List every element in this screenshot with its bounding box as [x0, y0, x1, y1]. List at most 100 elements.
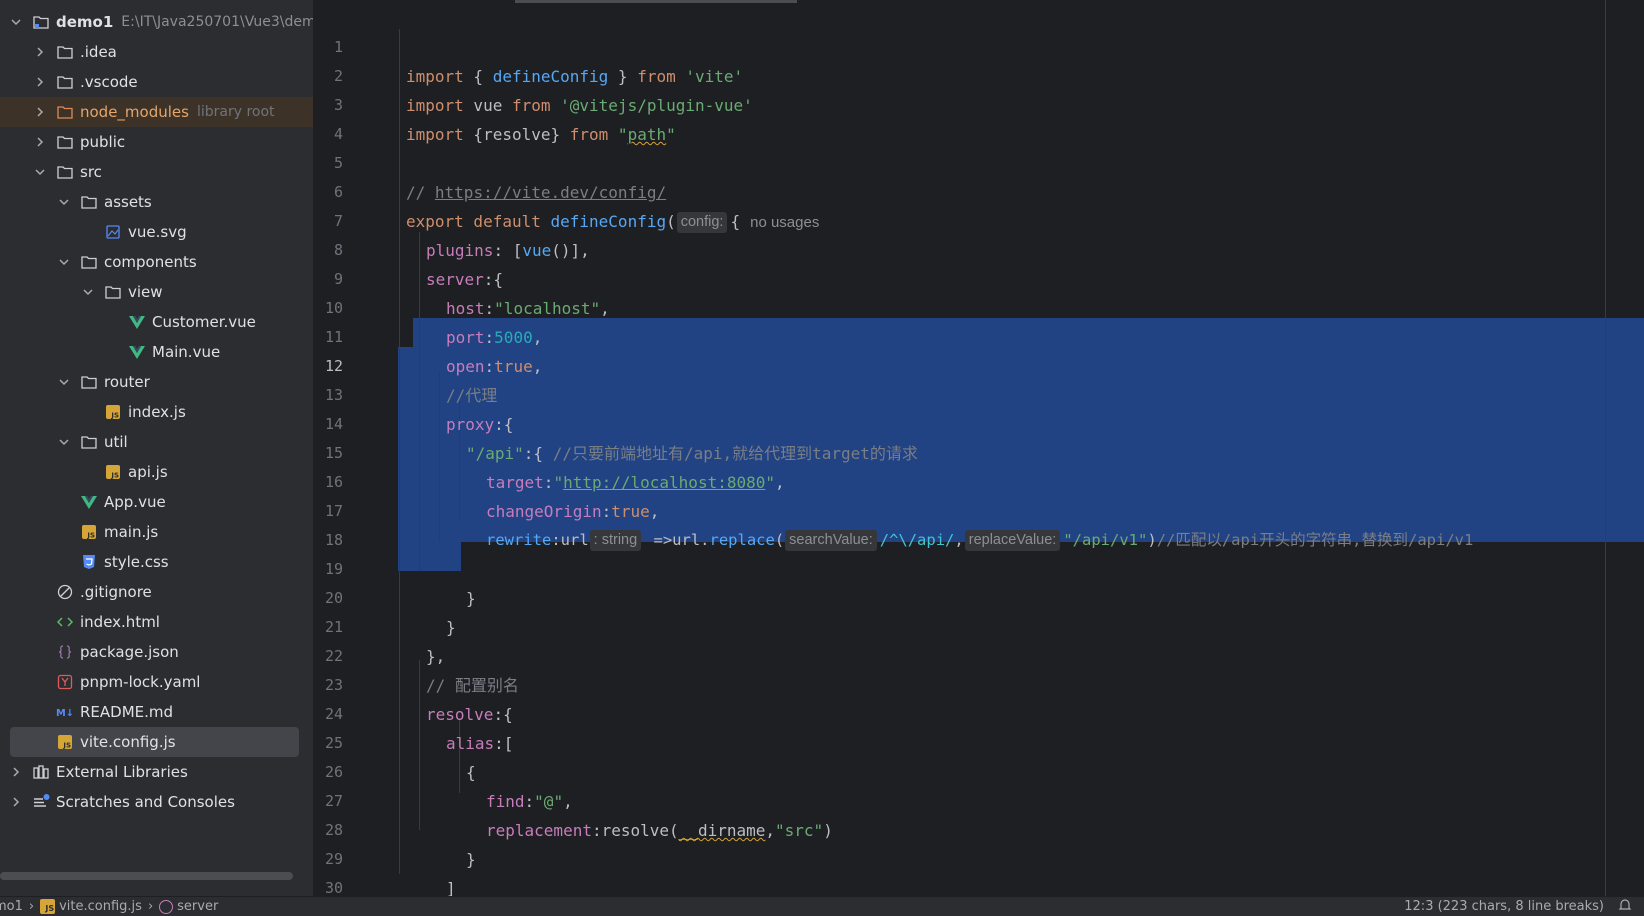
tree-item[interactable]: M↓ README.md: [0, 697, 313, 727]
css-file-icon: [80, 553, 98, 571]
code-line[interactable]: 6 export default defineConfig(config:{no…: [313, 149, 1644, 233]
image-file-icon: [104, 223, 122, 241]
code-line[interactable]: 11 open:true,: [313, 294, 1644, 376]
code-line[interactable]: 10 port:5000,: [313, 265, 1644, 347]
tree-item[interactable]: vue.svg: [0, 217, 313, 247]
tree-item[interactable]: External Libraries: [0, 757, 313, 787]
chevron-right-icon[interactable]: [8, 764, 24, 780]
code-line[interactable]: 29 ]: [313, 816, 1644, 896]
breadcrumb-item[interactable]: server: [177, 899, 218, 914]
svg-text:JS: JS: [110, 472, 119, 480]
code-line[interactable]: 20 }: [313, 555, 1644, 637]
chevron-right-icon[interactable]: [8, 794, 24, 810]
code-line[interactable]: 19 }: [313, 526, 1644, 608]
code-line[interactable]: 31 }): [313, 874, 1644, 896]
code-line[interactable]: 5 // https://vite.dev/config/: [313, 120, 1644, 202]
code-line[interactable]: 27 replacement:resolve(__dirname,"src"): [313, 758, 1644, 840]
code-line[interactable]: 25 {: [313, 700, 1644, 782]
tree-item[interactable]: .gitignore: [0, 577, 313, 607]
code-line[interactable]: 2 import vue from '@vitejs/plugin-vue': [313, 33, 1644, 115]
code-line[interactable]: 7 plugins: [vue()],: [313, 178, 1644, 260]
chevron-down-icon[interactable]: [56, 254, 72, 270]
code-line[interactable]: 3 import {resolve} from "path": [313, 62, 1644, 144]
chevron-right-icon[interactable]: [32, 134, 48, 150]
chevron-down-icon[interactable]: [56, 374, 72, 390]
tree-item[interactable]: package.json: [0, 637, 313, 667]
code-line-current[interactable]: 12 //代理: [313, 323, 1644, 405]
code-line[interactable]: 22 // 配置别名: [313, 613, 1644, 695]
breadcrumb-item[interactable]: mo1: [0, 899, 23, 914]
folder-icon: [80, 253, 98, 271]
code-line[interactable]: 8 server:{: [313, 207, 1644, 289]
tree-item[interactable]: node_modules library root: [0, 97, 313, 127]
tree-item-label: main.js: [104, 523, 159, 541]
ignore-file-icon: [56, 583, 74, 601]
code-line[interactable]: 23 resolve:{: [313, 642, 1644, 724]
tree-item-label: util: [104, 433, 128, 451]
tree-item[interactable]: .vscode: [0, 67, 313, 97]
tree-item-label: style.css: [104, 553, 169, 571]
tree-item[interactable]: index.html: [0, 607, 313, 637]
code-editor[interactable]: 1 import { defineConfig } from 'vite' 2 …: [313, 0, 1644, 896]
tree-item[interactable]: .idea: [0, 37, 313, 67]
tree-item[interactable]: assets: [0, 187, 313, 217]
code-line[interactable]: 21 },: [313, 584, 1644, 666]
tree-item[interactable]: public: [0, 127, 313, 157]
html-file-icon: [56, 613, 74, 631]
tree-item[interactable]: Main.vue: [0, 337, 313, 367]
notifications-icon[interactable]: [1618, 898, 1632, 912]
vue-file-icon: [128, 343, 146, 361]
svg-text:JS: JS: [110, 412, 119, 420]
chevron-down-icon[interactable]: [56, 194, 72, 210]
tree-item-label: vite.config.js: [80, 733, 176, 751]
chevron-right-icon[interactable]: [32, 74, 48, 90]
tree-item[interactable]: demo1 E:\IT\Java250701\Vue3\demo: [0, 7, 313, 37]
chevron-right-icon[interactable]: [32, 104, 48, 120]
tree-item[interactable]: JS api.js: [0, 457, 313, 487]
tree-item[interactable]: JS index.js: [0, 397, 313, 427]
code-line[interactable]: 18: [313, 497, 1644, 549]
tree-item-label: assets: [104, 193, 152, 211]
tree-item[interactable]: App.vue: [0, 487, 313, 517]
tree-item[interactable]: Customer.vue: [0, 307, 313, 337]
folder-icon: [56, 133, 74, 151]
caret-position[interactable]: 12:3 (223 chars, 8 line breaks): [1404, 899, 1604, 914]
chevron-down-icon[interactable]: [80, 284, 96, 300]
vue-file-icon: [80, 493, 98, 511]
tree-item[interactable]: pnpm-lock.yaml: [0, 667, 313, 697]
scratches-icon: [32, 793, 50, 811]
code-line[interactable]: 13 proxy:{: [313, 352, 1644, 434]
code-line[interactable]: 15 target:"http://localhost:8080",: [313, 410, 1644, 492]
breadcrumb-item[interactable]: vite.config.js: [59, 899, 142, 914]
code-line[interactable]: 17 rewrite:url: string =>url.replace(sea…: [313, 468, 1644, 551]
code-line[interactable]: 1 import { defineConfig } from 'vite': [313, 4, 1644, 86]
sidebar-horizontal-scrollbar[interactable]: [0, 872, 293, 880]
code-line[interactable]: 28 }: [313, 787, 1644, 869]
chevron-down-icon[interactable]: [32, 164, 48, 180]
code-line[interactable]: 16 changeOrigin:true,: [313, 439, 1644, 521]
tree-item[interactable]: JS vite.config.js: [10, 727, 299, 757]
code-line[interactable]: 14 "/api":{ //只要前端地址有/api,就给代理到target的请求: [313, 381, 1644, 463]
code-line[interactable]: 9 host:"localhost",: [313, 236, 1644, 318]
chevron-right-icon[interactable]: [32, 44, 48, 60]
tree-item[interactable]: Scratches and Consoles: [0, 787, 313, 817]
tree-item[interactable]: router: [0, 367, 313, 397]
tree-item[interactable]: JS main.js: [0, 517, 313, 547]
code-line[interactable]: 30 }: [313, 845, 1644, 896]
chevron-down-icon[interactable]: [56, 434, 72, 450]
chevron-down-icon[interactable]: [8, 14, 24, 30]
tree-item[interactable]: view: [0, 277, 313, 307]
tree-item[interactable]: components: [0, 247, 313, 277]
code-line[interactable]: 24 alias:[: [313, 671, 1644, 753]
tree-item[interactable]: src: [0, 157, 313, 187]
tree-item-label: pnpm-lock.yaml: [80, 673, 201, 691]
tree-item[interactable]: util: [0, 427, 313, 457]
js-file-icon: JS: [56, 733, 74, 751]
code-line[interactable]: 26 find:"@",: [313, 729, 1644, 811]
tree-item[interactable]: style.css: [0, 547, 313, 577]
code-line[interactable]: 4: [313, 91, 1644, 143]
tree-item-label: .idea: [80, 43, 117, 61]
breadcrumb: mo1 › JS vite.config.js › server: [0, 899, 224, 914]
